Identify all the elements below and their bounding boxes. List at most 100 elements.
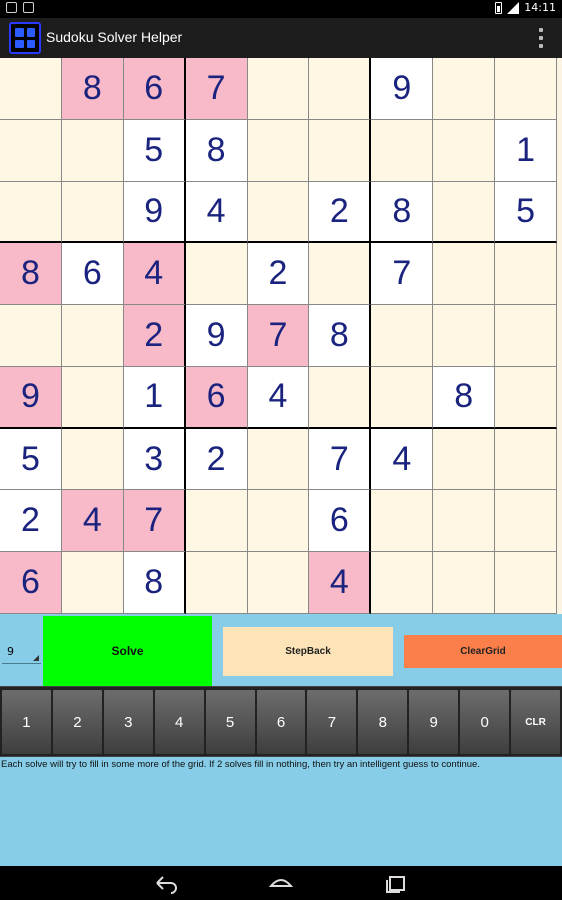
board-cell-r9-c9[interactable] xyxy=(495,552,557,614)
board-cell-r4-c2[interactable]: 6 xyxy=(61,243,124,306)
board-cell-r1-c2[interactable]: 8 xyxy=(61,58,124,120)
keypad-key-1[interactable]: 1 xyxy=(1,689,52,755)
board-cell-r7-c1[interactable]: 5 xyxy=(0,428,62,491)
board-cell-r5-c7[interactable] xyxy=(371,305,434,367)
board-cell-r2-c8[interactable] xyxy=(433,119,496,182)
board-cell-r1-c7[interactable]: 9 xyxy=(371,58,434,120)
board-cell-r1-c4[interactable]: 7 xyxy=(185,58,248,120)
board-cell-r3-c5[interactable] xyxy=(247,181,310,244)
grid-size-select[interactable]: 9 xyxy=(2,640,41,664)
board-cell-r1-c9[interactable] xyxy=(495,58,557,120)
stepback-button[interactable]: StepBack xyxy=(223,627,393,676)
board-cell-r7-c5[interactable] xyxy=(247,428,310,491)
keypad-key-7[interactable]: 7 xyxy=(306,689,358,755)
board-cell-r1-c6[interactable] xyxy=(309,58,372,120)
board-cell-r9-c7[interactable] xyxy=(371,552,434,614)
board-cell-r2-c2[interactable] xyxy=(61,119,124,182)
board-cell-r2-c4[interactable]: 8 xyxy=(185,119,248,182)
board-cell-r9-c5[interactable] xyxy=(247,552,310,614)
board-cell-r7-c4[interactable]: 2 xyxy=(185,428,248,491)
board-cell-r4-c8[interactable] xyxy=(433,243,496,306)
board-cell-r8-c1[interactable]: 2 xyxy=(0,490,62,553)
board-cell-r8-c7[interactable] xyxy=(371,490,434,553)
solve-button[interactable]: Solve xyxy=(43,616,212,686)
board-cell-r7-c3[interactable]: 3 xyxy=(123,428,186,491)
board-cell-r8-c6[interactable]: 6 xyxy=(309,490,372,553)
cleargrid-button[interactable]: ClearGrid xyxy=(404,635,562,668)
board-cell-r2-c1[interactable] xyxy=(0,119,62,182)
board-cell-r8-c8[interactable] xyxy=(433,490,496,553)
board-cell-r7-c7[interactable]: 4 xyxy=(371,428,434,491)
board-cell-r1-c8[interactable] xyxy=(433,58,496,120)
app-icon[interactable] xyxy=(9,22,41,54)
board-cell-r5-c9[interactable] xyxy=(495,305,557,367)
board-cell-r4-c9[interactable] xyxy=(495,243,557,306)
board-cell-r8-c2[interactable]: 4 xyxy=(61,490,124,553)
home-icon[interactable] xyxy=(268,872,294,894)
board-cell-r4-c6[interactable] xyxy=(309,243,372,306)
board-cell-r2-c7[interactable] xyxy=(371,119,434,182)
board-cell-r4-c1[interactable]: 8 xyxy=(0,243,62,306)
board-cell-r5-c2[interactable] xyxy=(61,305,124,367)
board-cell-r2-c3[interactable]: 5 xyxy=(123,119,186,182)
back-icon[interactable] xyxy=(153,872,179,894)
board-cell-r2-c6[interactable] xyxy=(309,119,372,182)
board-cell-r4-c3[interactable]: 4 xyxy=(123,243,186,306)
keypad-key-0[interactable]: 0 xyxy=(459,689,511,755)
board-cell-r4-c4[interactable] xyxy=(185,243,248,306)
board-cell-r9-c2[interactable] xyxy=(61,552,124,614)
board-cell-r6-c4[interactable]: 6 xyxy=(185,366,248,429)
board-cell-r8-c5[interactable] xyxy=(247,490,310,553)
board-cell-r7-c8[interactable] xyxy=(433,428,496,491)
board-cell-r3-c2[interactable] xyxy=(61,181,124,244)
board-cell-r6-c8[interactable]: 8 xyxy=(433,366,496,429)
board-cell-r3-c8[interactable] xyxy=(433,181,496,244)
keypad-key-9[interactable]: 9 xyxy=(408,689,460,755)
keypad-key-8[interactable]: 8 xyxy=(357,689,409,755)
keypad-key-6[interactable]: 6 xyxy=(255,689,307,755)
board-cell-r6-c3[interactable]: 1 xyxy=(123,366,186,429)
board-cell-r8-c9[interactable] xyxy=(495,490,557,553)
board-cell-r6-c5[interactable]: 4 xyxy=(247,366,310,429)
board-cell-r9-c1[interactable]: 6 xyxy=(0,552,62,614)
board-cell-r3-c3[interactable]: 9 xyxy=(123,181,186,244)
board-cell-r9-c6[interactable]: 4 xyxy=(309,552,372,614)
board-cell-r9-c4[interactable] xyxy=(185,552,248,614)
board-cell-r2-c9[interactable]: 1 xyxy=(495,119,557,182)
board-cell-r8-c3[interactable]: 7 xyxy=(123,490,186,553)
board-cell-r5-c1[interactable] xyxy=(0,305,62,367)
keypad-key-2[interactable]: 2 xyxy=(51,689,103,755)
board-cell-r8-c4[interactable] xyxy=(185,490,248,553)
board-cell-r6-c9[interactable] xyxy=(495,366,557,429)
board-cell-r7-c6[interactable]: 7 xyxy=(309,428,372,491)
overflow-menu-icon[interactable] xyxy=(538,28,544,48)
board-cell-r5-c5[interactable]: 7 xyxy=(247,305,310,367)
board-cell-r3-c6[interactable]: 2 xyxy=(309,181,372,244)
keypad-key-3[interactable]: 3 xyxy=(102,689,154,755)
board-cell-r6-c7[interactable] xyxy=(371,366,434,429)
board-cell-r6-c2[interactable] xyxy=(61,366,124,429)
board-cell-r5-c6[interactable]: 8 xyxy=(309,305,372,367)
board-cell-r3-c9[interactable]: 5 xyxy=(495,181,557,244)
board-cell-r1-c3[interactable]: 6 xyxy=(123,58,186,120)
board-cell-r5-c4[interactable]: 9 xyxy=(185,305,248,367)
board-cell-r3-c4[interactable]: 4 xyxy=(185,181,248,244)
board-cell-r6-c1[interactable]: 9 xyxy=(0,366,62,429)
board-cell-r7-c2[interactable] xyxy=(61,428,124,491)
board-cell-r2-c5[interactable] xyxy=(247,119,310,182)
board-cell-r3-c7[interactable]: 8 xyxy=(371,181,434,244)
keypad-key-4[interactable]: 4 xyxy=(153,689,205,755)
keypad-key-5[interactable]: 5 xyxy=(204,689,256,755)
recent-apps-icon[interactable] xyxy=(383,872,409,894)
keypad-clear-button[interactable]: CLR xyxy=(510,689,561,755)
board-cell-r7-c9[interactable] xyxy=(495,428,557,491)
board-cell-r3-c1[interactable] xyxy=(0,181,62,244)
board-cell-r5-c8[interactable] xyxy=(433,305,496,367)
board-cell-r4-c7[interactable]: 7 xyxy=(371,243,434,306)
board-cell-r9-c8[interactable] xyxy=(433,552,496,614)
board-cell-r6-c6[interactable] xyxy=(309,366,372,429)
board-cell-r1-c5[interactable] xyxy=(247,58,310,120)
board-cell-r1-c1[interactable] xyxy=(0,58,62,120)
board-cell-r9-c3[interactable]: 8 xyxy=(123,552,186,614)
board-cell-r4-c5[interactable]: 2 xyxy=(247,243,310,306)
